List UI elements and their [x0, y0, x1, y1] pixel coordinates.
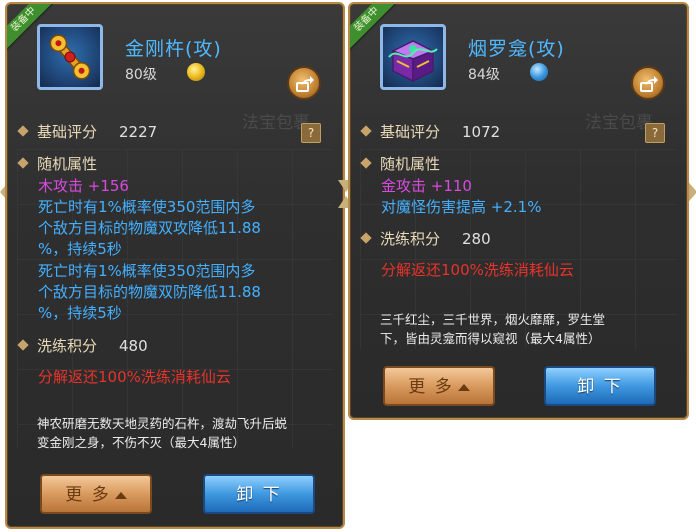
- item-tooltip-left: 装备中 金刚杵(攻) 80级 法宝包裹 ? 基础评分 2227 随机属性 木攻击 …: [5, 2, 345, 529]
- random-attr-row: 随机属性: [17, 153, 98, 174]
- caret-up-icon: [457, 383, 470, 391]
- help-button[interactable]: ?: [301, 123, 321, 143]
- base-score-row: 基础评分 1072: [360, 121, 501, 142]
- attr-line: 死亡时有1%概率使350范围内多: [38, 198, 256, 216]
- random-attr-row: 随机属性: [360, 153, 441, 174]
- caret-up-icon: [114, 491, 127, 499]
- more-button[interactable]: 更 多: [383, 366, 495, 406]
- refine-value: 280: [462, 230, 491, 248]
- base-score-value: 2227: [119, 123, 158, 141]
- random-attr-label: 随机属性: [37, 155, 98, 173]
- unequip-button[interactable]: 卸 下: [544, 366, 656, 406]
- diamond-bullet-icon: [17, 338, 29, 351]
- gold-element-icon: [187, 63, 205, 81]
- refine-row: 洗练积分 280: [360, 228, 491, 249]
- item-description: 三千红尘，三千世界，烟火靡靡，罗生堂 下，皆由灵龛而得以窥视（最大4属性）: [380, 310, 605, 348]
- more-button-label: 更 多: [408, 377, 454, 397]
- base-score-row: 基础评分 2227: [17, 121, 158, 142]
- item-title: 烟罗龛(攻): [468, 38, 565, 60]
- refine-label: 洗练积分: [380, 230, 441, 248]
- share-button[interactable]: [287, 66, 321, 100]
- bag-ghost-label: 法宝包裹: [242, 113, 310, 133]
- diamond-bullet-icon: [360, 124, 372, 137]
- refine-value: 480: [119, 337, 148, 355]
- refund-text: 分解返还100%洗练消耗仙云: [38, 368, 231, 386]
- more-button[interactable]: 更 多: [40, 474, 152, 514]
- item-level: 84级: [468, 67, 500, 83]
- attr-line: 木攻击 +156: [38, 177, 129, 195]
- attr-line: %，持续5秒: [38, 304, 122, 322]
- description-line: 下，皆由灵龛而得以窥视（最大4属性）: [380, 331, 601, 346]
- base-score-label: 基础评分: [380, 123, 441, 141]
- share-arrow-icon: [296, 76, 314, 92]
- description-line: 三千红尘，三千世界，烟火靡靡，罗生堂: [380, 312, 606, 327]
- attr-line: 个敌方目标的物魔双防降低11.88: [38, 283, 261, 301]
- base-score-label: 基础评分: [37, 123, 98, 141]
- water-element-icon: [530, 63, 548, 81]
- random-attr-label: 随机属性: [380, 155, 441, 173]
- description-line: 变金刚之身，不伤不灭（最大4属性）: [37, 435, 245, 450]
- unequip-button[interactable]: 卸 下: [203, 474, 315, 514]
- attr-line: 个敌方目标的物魔双攻降低11.88: [38, 219, 261, 237]
- attr-line: %，持续5秒: [38, 240, 122, 258]
- item-description: 神农研磨无数天地灵药的石杵，渡劫飞升后蜕 变金刚之身，不伤不灭（最大4属性）: [37, 414, 287, 452]
- help-button[interactable]: ?: [645, 123, 665, 143]
- item-tooltip-right: 装备中 烟罗龛(攻) 84级 法宝包裹 ? 基础评分 1072 随机属性 金攻击 …: [348, 2, 689, 420]
- diamond-bullet-icon: [17, 124, 29, 137]
- share-arrow-icon: [640, 76, 658, 92]
- refund-text: 分解返还100%洗练消耗仙云: [381, 261, 574, 279]
- purple-shrine-box-icon: [380, 24, 446, 90]
- diamond-bullet-icon: [360, 156, 372, 169]
- diamond-bullet-icon: [360, 231, 372, 244]
- attr-line: 金攻击 +110: [381, 177, 472, 195]
- share-button[interactable]: [631, 66, 665, 100]
- more-button-label: 更 多: [65, 485, 111, 505]
- item-level: 80级: [125, 67, 157, 83]
- bag-ghost-label: 法宝包裹: [585, 113, 653, 133]
- description-line: 神农研磨无数天地灵药的石杵，渡劫飞升后蜕: [37, 416, 288, 431]
- attr-line: 死亡时有1%概率使350范围内多: [38, 262, 256, 280]
- base-score-value: 1072: [462, 123, 501, 141]
- refine-label: 洗练积分: [37, 337, 98, 355]
- golden-pestle-icon: [37, 24, 103, 90]
- attr-line: 对魔怪伤害提高 +2.1%: [381, 198, 542, 216]
- item-title: 金刚杵(攻): [125, 38, 222, 60]
- refine-row: 洗练积分 480: [17, 335, 148, 356]
- diamond-bullet-icon: [17, 156, 29, 169]
